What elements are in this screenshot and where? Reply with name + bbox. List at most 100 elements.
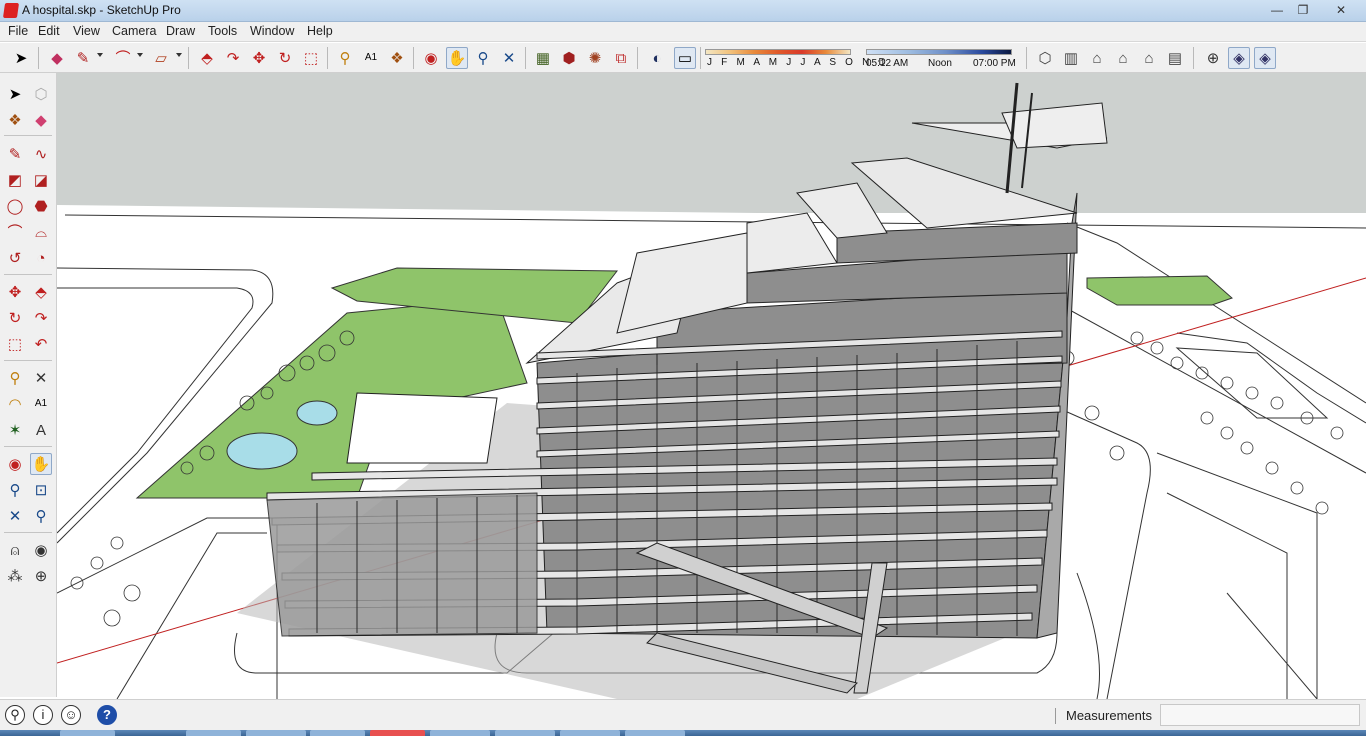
footprints-icon[interactable]: ⁂: [4, 565, 26, 587]
taskbar-item[interactable]: [495, 730, 555, 736]
rotate-icon[interactable]: ↻: [274, 47, 296, 69]
fog-icon[interactable]: ▭: [674, 47, 696, 69]
model-viewport[interactable]: [57, 73, 1366, 699]
minimize-button[interactable]: —: [1264, 1, 1290, 19]
zoom-icon[interactable]: ⚲: [4, 479, 26, 501]
follow-me-icon[interactable]: ↷: [30, 307, 52, 329]
previous-view-icon[interactable]: ⚲: [30, 505, 52, 527]
taskbar-item[interactable]: [560, 730, 620, 736]
offset-icon[interactable]: ↶: [30, 333, 52, 355]
orbit-icon[interactable]: ◉: [4, 453, 26, 475]
shadow-time-slider[interactable]: [866, 49, 1012, 55]
taskbar-item[interactable]: [310, 730, 365, 736]
section-plane-icon[interactable]: ⊕: [1202, 47, 1224, 69]
polygon-icon[interactable]: ⬣: [30, 195, 52, 217]
layers-icon[interactable]: ⧉: [610, 47, 632, 69]
menu-help[interactable]: Help: [307, 24, 333, 38]
components-icon[interactable]: ▦: [532, 47, 554, 69]
pan-hand-icon[interactable]: ✋: [446, 47, 468, 69]
taskbar-item[interactable]: [625, 730, 685, 736]
zoom-extents-icon[interactable]: ✕: [498, 47, 520, 69]
taskbar-item[interactable]: [60, 730, 115, 736]
three-point-arc-icon[interactable]: ↺: [4, 247, 26, 269]
iso-view-icon[interactable]: ⬡: [1034, 47, 1056, 69]
menu-view[interactable]: View: [73, 24, 100, 38]
paint-bucket-icon[interactable]: ❖: [386, 47, 408, 69]
freehand-icon[interactable]: ∿: [30, 143, 52, 165]
tape-measure-icon[interactable]: ⚲: [4, 367, 26, 389]
eraser-icon[interactable]: ◆: [30, 109, 52, 131]
pond-small: [296, 400, 338, 426]
orbit-icon[interactable]: ◉: [420, 47, 442, 69]
push-pull-icon[interactable]: ⬘: [196, 47, 218, 69]
rotated-rectangle-icon[interactable]: ◪: [30, 169, 52, 191]
menu-window[interactable]: Window: [250, 24, 294, 38]
menu-file[interactable]: File: [8, 24, 28, 38]
rectangle-icon[interactable]: ▱: [150, 47, 172, 69]
menu-draw[interactable]: Draw: [166, 24, 195, 38]
front-view-icon[interactable]: ⌂: [1086, 47, 1108, 69]
arc-icon[interactable]: ⌒: [4, 221, 26, 243]
dimension-icon[interactable]: ✕: [30, 367, 52, 389]
move-icon[interactable]: ✥: [4, 281, 26, 303]
rectangle-dropdown[interactable]: [176, 53, 182, 57]
pan-hand-icon[interactable]: ✋: [30, 453, 52, 475]
text-icon[interactable]: A1: [360, 47, 382, 69]
pie-icon[interactable]: ◔: [30, 247, 52, 269]
follow-me-icon[interactable]: ↷: [222, 47, 244, 69]
pencil-icon[interactable]: ✎: [72, 47, 94, 69]
zoom-icon[interactable]: ⚲: [472, 47, 494, 69]
menu-tools[interactable]: Tools: [208, 24, 237, 38]
select-arrow-icon[interactable]: ➤: [10, 47, 32, 69]
menu-camera[interactable]: Camera: [112, 24, 156, 38]
text-icon[interactable]: A1: [30, 393, 52, 415]
rotate-icon[interactable]: ↻: [4, 307, 26, 329]
right-view-icon[interactable]: ⌂: [1112, 47, 1134, 69]
geo-location-icon[interactable]: ⚲: [5, 705, 25, 725]
paint-bucket-icon[interactable]: ❖: [4, 109, 26, 131]
line-icon[interactable]: ✎: [4, 143, 26, 165]
arc-icon[interactable]: ⌒: [112, 47, 134, 69]
select-arrow-icon[interactable]: ➤: [4, 83, 26, 105]
scale-icon[interactable]: ⬚: [4, 333, 26, 355]
3d-text-icon[interactable]: A: [30, 419, 52, 441]
xray-icon[interactable]: ◈: [1228, 47, 1250, 69]
push-pull-icon[interactable]: ⬘: [30, 281, 52, 303]
pencil-dropdown[interactable]: [97, 53, 103, 57]
taskbar-item[interactable]: [186, 730, 241, 736]
help-icon[interactable]: ?: [97, 705, 117, 725]
back-edges-icon[interactable]: ◈: [1254, 47, 1276, 69]
taskbar-item[interactable]: [246, 730, 306, 736]
move-icon[interactable]: ✥: [248, 47, 270, 69]
position-camera-icon[interactable]: ⍝: [4, 539, 26, 561]
eraser-icon[interactable]: ◆: [46, 47, 68, 69]
taskbar-item-active[interactable]: [370, 730, 425, 736]
protractor-icon[interactable]: ◠: [4, 393, 26, 415]
measurements-field[interactable]: [1160, 704, 1360, 726]
axes-icon[interactable]: ✶: [4, 419, 26, 441]
shadow-month-slider[interactable]: J F M A M J J A S O N D: [705, 45, 886, 71]
scale-icon[interactable]: ⬚: [300, 47, 322, 69]
back-view-icon[interactable]: ⌂: [1138, 47, 1160, 69]
circle-icon[interactable]: ◯: [4, 195, 26, 217]
close-button[interactable]: ✕: [1326, 1, 1356, 19]
two-point-arc-icon[interactable]: ⌓: [30, 221, 52, 243]
share-model-icon[interactable]: ✺: [584, 47, 606, 69]
arc-dropdown[interactable]: [137, 53, 143, 57]
section-plane-icon[interactable]: ⊕: [30, 565, 52, 587]
tape-measure-icon[interactable]: ⚲: [334, 47, 356, 69]
look-around-icon[interactable]: ◉: [30, 539, 52, 561]
top-view-icon[interactable]: ▥: [1060, 47, 1082, 69]
menu-edit[interactable]: Edit: [38, 24, 60, 38]
shadows-icon[interactable]: ◐: [646, 47, 668, 69]
info-icon[interactable]: i: [33, 705, 53, 725]
make-component-icon[interactable]: ⬡: [30, 83, 52, 105]
taskbar-item[interactable]: [430, 730, 490, 736]
zoom-window-icon[interactable]: ⊡: [30, 479, 52, 501]
maximize-button[interactable]: ❐: [1290, 1, 1316, 19]
user-account-icon[interactable]: ☺: [61, 705, 81, 725]
zoom-extents-icon[interactable]: ✕: [4, 505, 26, 527]
rectangle-icon[interactable]: ◩: [4, 169, 26, 191]
warehouse-icon[interactable]: ⬢: [558, 47, 580, 69]
left-view-icon[interactable]: ▤: [1164, 47, 1186, 69]
